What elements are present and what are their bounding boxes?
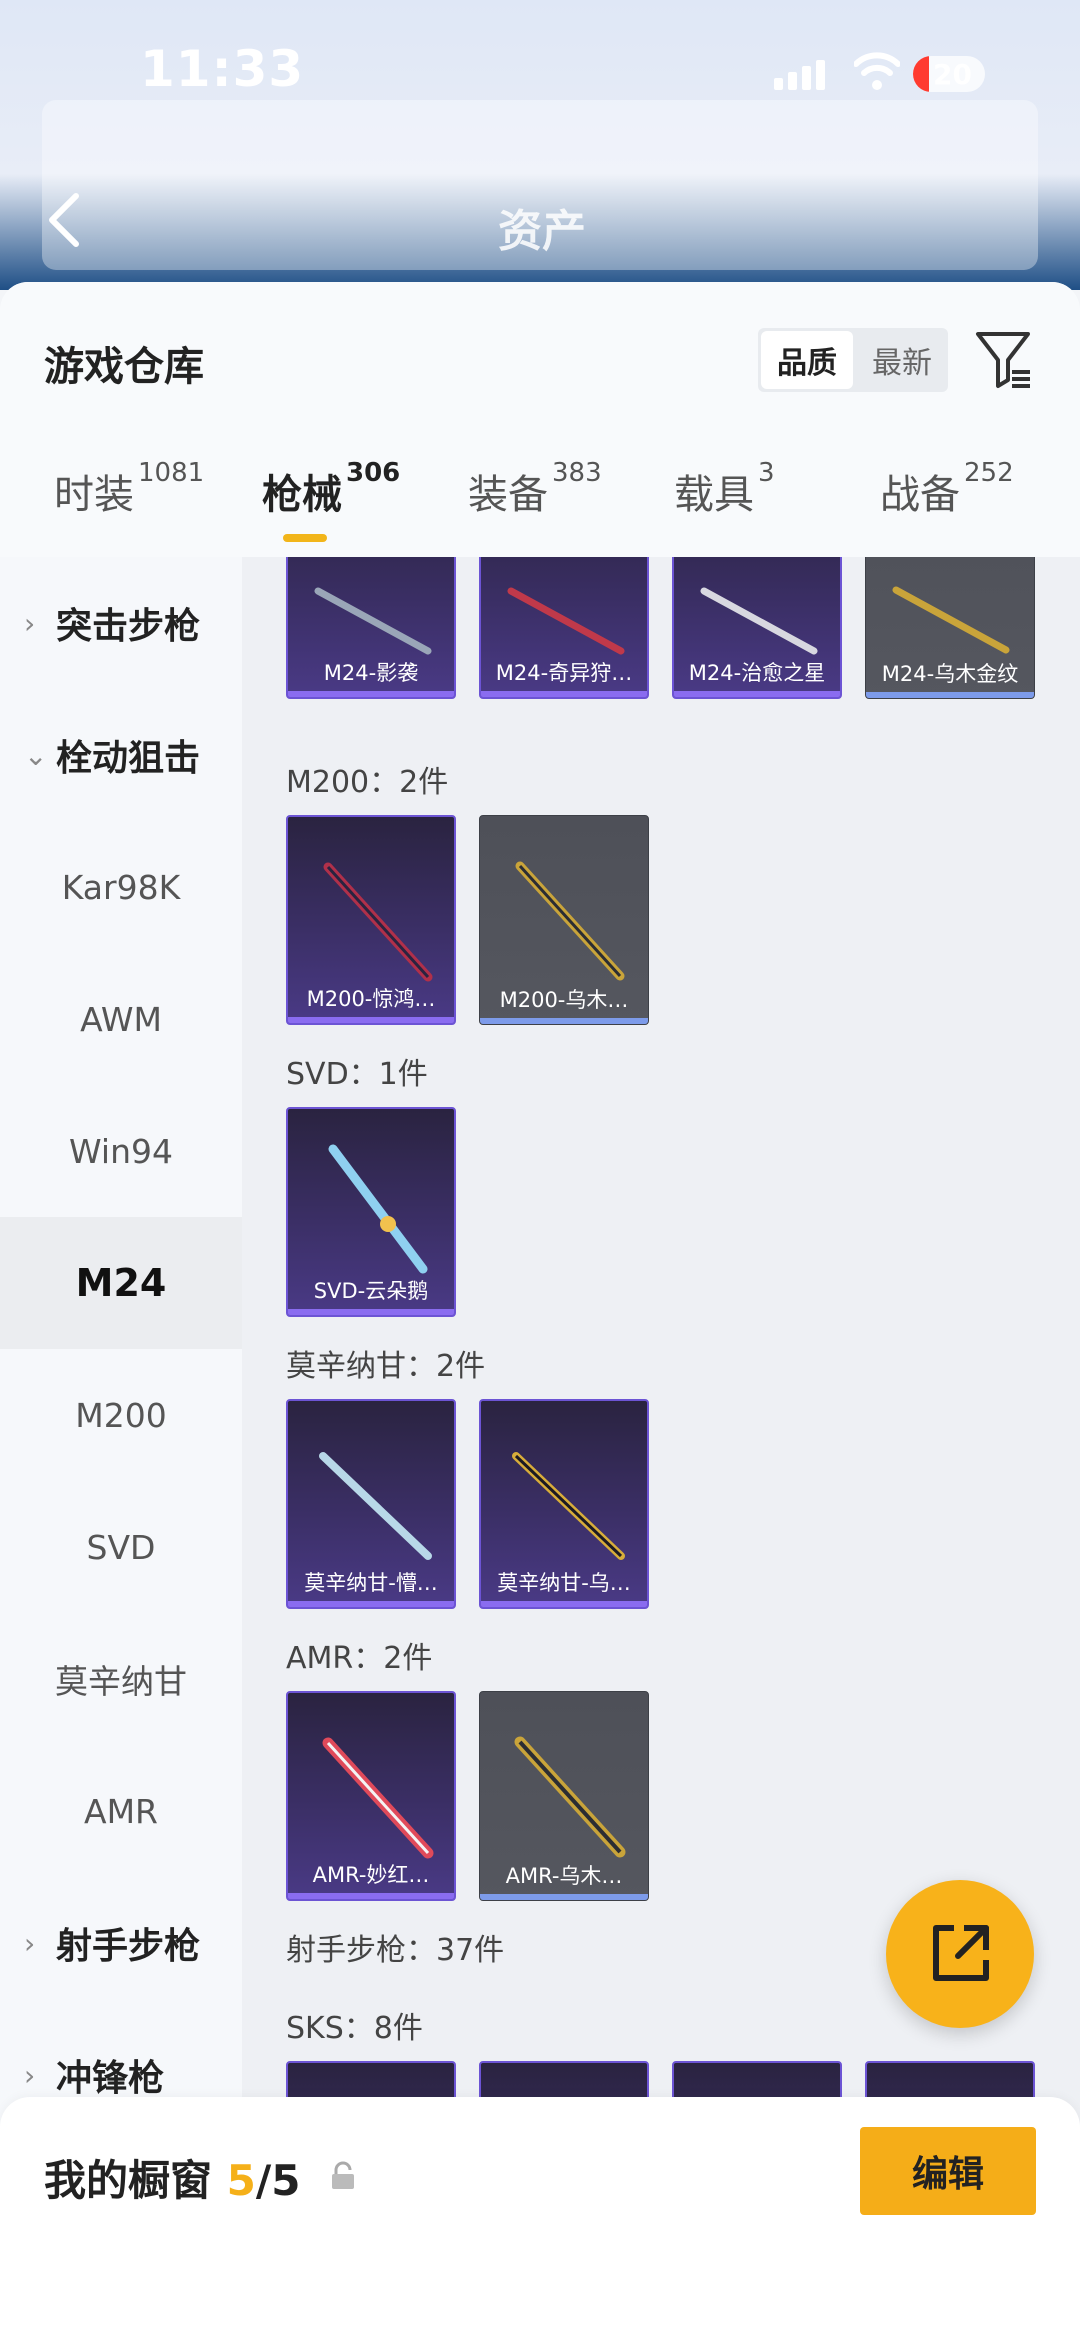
weapon-grid: M24-影袭 M24-奇异狩… M24-治愈之星 M24-乌木金纹 M200：2… bbox=[242, 557, 1080, 2341]
sidebar-item-mosin-nagant[interactable]: 莫辛纳甘 bbox=[0, 1613, 242, 1745]
rifle-image bbox=[892, 586, 1010, 654]
rifle-image bbox=[319, 1452, 432, 1560]
chevron-right-icon: › bbox=[24, 2058, 36, 2092]
sidebar-item-svd[interactable]: SVD bbox=[0, 1481, 242, 1613]
sort-quality[interactable]: 品质 bbox=[761, 331, 853, 389]
sidebar-item-bolt-action-snipers[interactable]: ⌄ 栓动狙击 bbox=[0, 689, 242, 821]
tab-supplies[interactable]: 战备 252 bbox=[880, 458, 1014, 520]
weapon-card[interactable]: M200-乌木… bbox=[479, 815, 649, 1025]
share-button[interactable] bbox=[886, 1880, 1034, 2028]
wifi-icon bbox=[854, 52, 900, 90]
tab-vehicles[interactable]: 载具 3 bbox=[674, 458, 775, 520]
weapon-name: AMR-乌木… bbox=[505, 1864, 623, 1888]
warehouse-header: 游戏仓库 品质 最新 时装 1081 枪械 306 装备 383 载具 3 战备 252 bbox=[0, 282, 1080, 557]
weapon-name: SVD-云朵鹅 bbox=[313, 1279, 429, 1303]
rifle-image bbox=[514, 1736, 626, 1858]
rifle-image bbox=[700, 587, 818, 655]
lock-icon bbox=[332, 2161, 354, 2189]
weapon-name: M24-治愈之星 bbox=[688, 661, 826, 685]
weapon-name: M24-奇异狩… bbox=[495, 661, 633, 685]
showcase-total-count: /5 bbox=[255, 2156, 301, 2205]
signal-icon bbox=[774, 60, 825, 90]
weapon-card[interactable]: 莫辛纳甘-懵… bbox=[286, 1399, 456, 1609]
sidebar-item-marksman-rifles[interactable]: › 射手步枪 bbox=[0, 1877, 242, 2009]
warehouse-sheet: 游戏仓库 品质 最新 时装 1081 枪械 306 装备 383 载具 3 战备 252 … bbox=[0, 282, 1080, 2341]
weapon-name: M200-惊鸿… bbox=[306, 987, 436, 1011]
sidebar-item-kar98k[interactable]: Kar98K bbox=[0, 821, 242, 953]
edit-button[interactable]: 编辑 bbox=[860, 2127, 1036, 2215]
page-title: 资产 bbox=[498, 206, 586, 257]
showcase-label: 我的橱窗 5/5 bbox=[44, 2156, 301, 2205]
rifle-image bbox=[322, 1737, 434, 1859]
sidebar-item-amr[interactable]: AMR bbox=[0, 1745, 242, 1877]
sidebar-item-m24[interactable]: M24 bbox=[0, 1217, 242, 1349]
tab-fashion[interactable]: 时装 1081 bbox=[54, 458, 204, 520]
status-bar: 11:33 20 bbox=[0, 40, 1080, 100]
weapon-card[interactable]: AMR-妙红… bbox=[286, 1691, 456, 1901]
rifle-image bbox=[512, 1452, 625, 1560]
weapon-card[interactable]: M24-奇异狩… bbox=[479, 557, 649, 699]
weapon-name: M24-乌木金纹 bbox=[881, 662, 1019, 686]
category-tabs: 时装 1081 枪械 306 装备 383 载具 3 战备 252 bbox=[0, 458, 1080, 552]
section-title-sks: SKS：8件 bbox=[286, 2011, 423, 2046]
weapon-name: M24-影袭 bbox=[323, 661, 419, 685]
showcase-current-count: 5 bbox=[226, 2156, 256, 2205]
tab-weapons[interactable]: 枪械 306 bbox=[262, 458, 400, 520]
weapon-card[interactable]: SVD-云朵鹅 bbox=[286, 1107, 456, 1317]
battery-level: 20 bbox=[933, 58, 972, 91]
active-tab-indicator bbox=[283, 534, 327, 542]
section-title-amr: AMR：2件 bbox=[286, 1641, 433, 1676]
filter-icon[interactable] bbox=[974, 328, 1034, 390]
rifle-image bbox=[515, 861, 625, 981]
weapon-card[interactable]: M200-惊鸿… bbox=[286, 815, 456, 1025]
sidebar-item-awm[interactable]: AWM bbox=[0, 953, 242, 1085]
section-title-mosin-nagant: 莫辛纳甘：2件 bbox=[286, 1349, 486, 1384]
chevron-down-icon: ⌄ bbox=[24, 738, 48, 772]
share-icon bbox=[933, 1925, 989, 1981]
section-title-svd: SVD：1件 bbox=[286, 1057, 428, 1092]
weapon-card[interactable]: M24-治愈之星 bbox=[672, 557, 842, 699]
rifle-image bbox=[314, 587, 432, 655]
weapon-card[interactable]: M24-影袭 bbox=[286, 557, 456, 699]
weapon-category-sidebar: › 突击步枪 ⌄ 栓动狙击 Kar98K AWM Win94 M24 M200 SV… bbox=[0, 557, 242, 2341]
sort-newest[interactable]: 最新 bbox=[856, 328, 948, 392]
weapon-name: M200-乌木… bbox=[499, 988, 629, 1012]
rifle-image bbox=[328, 1144, 428, 1274]
weapon-name: 莫辛纳甘-乌… bbox=[497, 1571, 631, 1595]
sidebar-item-assault-rifles[interactable]: › 突击步枪 bbox=[0, 557, 242, 689]
battery-icon: 20 bbox=[913, 56, 985, 92]
tab-equipment[interactable]: 装备 383 bbox=[468, 458, 602, 520]
section-title-m200: M200：2件 bbox=[286, 765, 449, 800]
section-title-marksman-rifles: 射手步枪：37件 bbox=[286, 1933, 505, 1968]
rifle-image bbox=[507, 587, 625, 655]
blurred-header-background: 11:33 20 资产 bbox=[0, 0, 1080, 290]
weapon-card[interactable]: AMR-乌木… bbox=[479, 1691, 649, 1901]
weapon-name: AMR-妙红… bbox=[312, 1863, 430, 1887]
chevron-right-icon: › bbox=[24, 606, 36, 640]
warehouse-title: 游戏仓库 bbox=[44, 344, 204, 390]
weapon-card[interactable]: M24-乌木金纹 bbox=[865, 557, 1035, 699]
sidebar-item-win94[interactable]: Win94 bbox=[0, 1085, 242, 1217]
sort-toggle: 品质 最新 bbox=[758, 328, 948, 392]
back-arrow-icon[interactable] bbox=[44, 190, 84, 250]
status-time: 11:33 bbox=[140, 40, 305, 98]
showcase-bar: 我的橱窗 5/5 编辑 bbox=[0, 2097, 1080, 2341]
weapon-name: 莫辛纳甘-懵… bbox=[304, 1571, 438, 1595]
weapon-card[interactable]: 莫辛纳甘-乌… bbox=[479, 1399, 649, 1609]
chevron-right-icon: › bbox=[24, 1926, 36, 1960]
rifle-image bbox=[323, 862, 433, 982]
sidebar-item-m200[interactable]: M200 bbox=[0, 1349, 242, 1481]
